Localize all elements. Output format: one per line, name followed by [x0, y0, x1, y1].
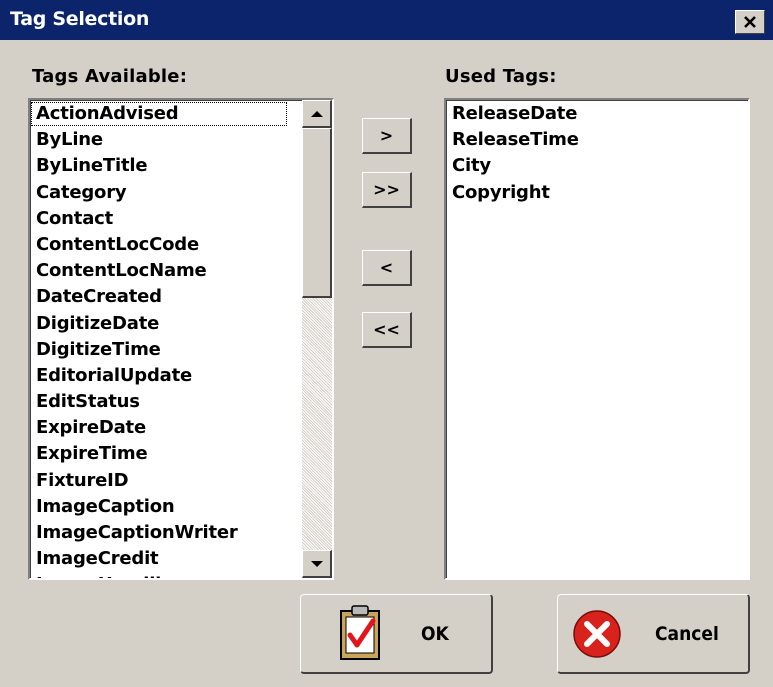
add-all-button[interactable]: >>	[362, 172, 412, 208]
close-icon	[744, 16, 756, 28]
list-item[interactable]: Category	[30, 180, 300, 206]
list-item[interactable]: EditStatus	[30, 389, 300, 415]
tags-available-items: ActionAdvised ByLine ByLineTitle Category Co…	[30, 101, 300, 578]
used-tags-items: ReleaseDate ReleaseTime City Copyright	[446, 101, 736, 206]
list-item[interactable]: ReleaseDate	[446, 101, 736, 127]
list-item[interactable]: ImageCaption	[30, 494, 300, 520]
list-item[interactable]: ContentLocCode	[30, 232, 300, 258]
list-item[interactable]: ImageHeadline	[30, 572, 300, 578]
list-item[interactable]: EditorialUpdate	[30, 363, 300, 389]
used-tags-list[interactable]: ReleaseDate ReleaseTime City Copyright	[444, 98, 750, 580]
list-item[interactable]: ByLineTitle	[30, 153, 300, 179]
cancel-button-label: Cancel	[655, 623, 719, 645]
list-item[interactable]: ReleaseTime	[446, 127, 736, 153]
remove-all-button[interactable]: <<	[362, 312, 412, 348]
list-item[interactable]: Copyright	[446, 180, 736, 206]
tags-available-list[interactable]: ActionAdvised ByLine ByLineTitle Category Co…	[28, 98, 334, 580]
used-tags-label: Used Tags:	[445, 66, 557, 87]
add-selected-button[interactable]: >	[362, 118, 412, 154]
list-item[interactable]: ContentLocName	[30, 258, 300, 284]
list-item[interactable]: DigitizeTime	[30, 337, 300, 363]
clipboard-check-icon	[340, 605, 380, 660]
list-item[interactable]: ExpireTime	[30, 441, 300, 467]
scroll-thumb[interactable]	[302, 128, 332, 298]
scroll-down-button[interactable]	[302, 550, 332, 578]
close-button[interactable]	[735, 10, 765, 34]
list-item[interactable]: ExpireDate	[30, 415, 300, 441]
scroll-up-button[interactable]	[302, 100, 332, 128]
tags-available-scrollbar[interactable]	[302, 100, 332, 578]
list-item[interactable]: DigitizeDate	[30, 311, 300, 337]
list-item[interactable]: FixtureID	[30, 468, 300, 494]
arrow-up-icon	[310, 110, 323, 117]
ok-button-label: OK	[421, 623, 449, 645]
remove-selected-button[interactable]: <	[362, 250, 412, 286]
window-title: Tag Selection	[10, 8, 150, 30]
title-bar: Tag Selection	[0, 0, 773, 40]
list-item[interactable]: City	[446, 153, 736, 179]
list-item[interactable]: Contact	[30, 206, 300, 232]
list-item[interactable]: ImageCredit	[30, 546, 300, 572]
list-item[interactable]: ImageCaptionWriter	[30, 520, 300, 546]
list-item[interactable]: ByLine	[30, 127, 300, 153]
error-x-icon	[573, 610, 621, 658]
arrow-down-icon	[310, 560, 323, 567]
list-item[interactable]: DateCreated	[30, 284, 300, 310]
cancel-button[interactable]: Cancel	[557, 594, 750, 674]
ok-button[interactable]: OK	[300, 594, 493, 674]
list-item[interactable]: ActionAdvised	[30, 101, 288, 127]
tags-available-label: Tags Available:	[32, 66, 188, 87]
